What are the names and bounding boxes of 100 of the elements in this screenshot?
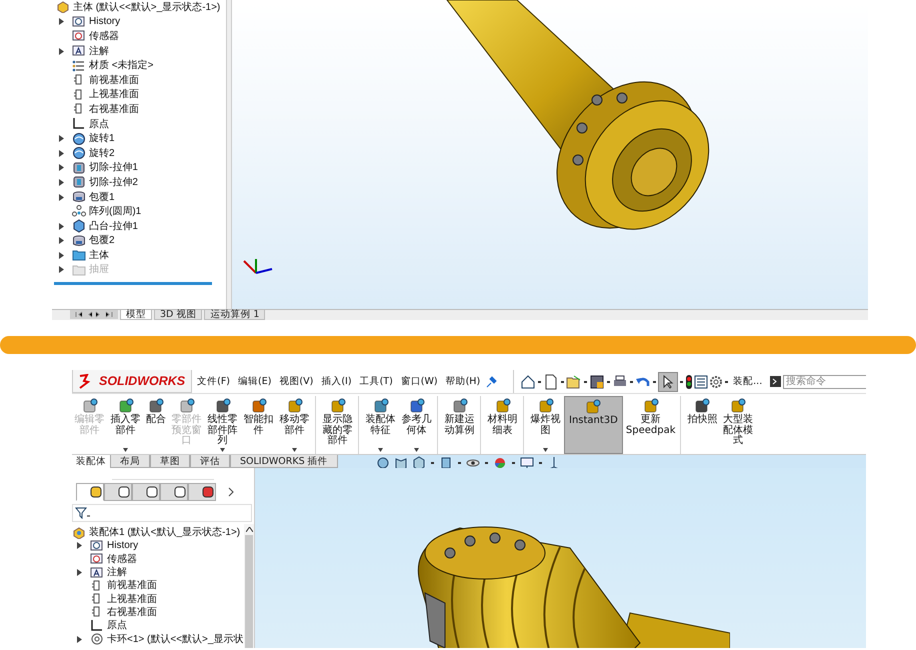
view-tab[interactable]: 3D 视图 [154,310,202,320]
settings-icon[interactable] [709,374,724,388]
expand-arrow-icon[interactable] [59,150,64,157]
tree-item[interactable]: 注解 [72,566,127,580]
tree-item[interactable]: 上视基准面 [54,88,139,102]
expand-arrow-icon[interactable] [77,569,82,576]
expand-arrow-icon[interactable] [59,48,64,55]
ribbon-button[interactable]: 更新 Speedpak [624,396,682,454]
scroll-up-icon[interactable] [246,527,252,532]
ribbon-button[interactable]: 配合 [144,396,168,454]
view-sphere-icon[interactable] [376,456,390,470]
expand-arrow-icon[interactable] [59,178,64,186]
expand-arrow-icon[interactable] [59,135,64,142]
pin-icon[interactable] [485,376,498,388]
tree-item[interactable]: 材质 <未指定> [54,58,154,73]
menu-item[interactable]: 文件(F) [194,375,233,388]
document-icon[interactable] [543,374,560,390]
ribbon-button[interactable]: 插入零部件 [108,396,143,454]
panel-tab[interactable] [104,483,132,501]
tree-item[interactable]: 主体 [54,248,109,263]
select-pointer-button[interactable] [658,372,678,392]
tree-item[interactable]: 右视基准面 [54,102,139,117]
caret-icon[interactable] [378,448,383,452]
list-icon[interactable] [694,374,708,388]
traffic-light-icon[interactable] [685,374,694,390]
ribbon-button[interactable]: 装配体特征 [363,396,398,454]
tree-item[interactable]: 旋转2 [54,146,115,161]
tree-item[interactable]: History [72,539,138,553]
home-icon[interactable] [520,374,536,390]
ribbon-tab[interactable]: 评估 [190,455,230,468]
expand-arrow-icon[interactable] [59,194,64,201]
save-icon[interactable] [589,374,606,390]
view-cube-icon[interactable] [412,456,426,470]
tree-item[interactable]: 原点 [54,116,109,132]
expand-arrow-icon[interactable] [77,636,82,643]
ribbon-button[interactable]: 爆炸视图 [528,396,563,454]
ribbon-button[interactable]: 参考几何体 [399,396,438,454]
view-tab[interactable]: 运动算例 1 [204,310,266,320]
document-name-button[interactable]: 装配... [730,375,766,388]
ribbon-button[interactable]: 线性零部件阵列 [205,396,240,454]
ribbon-button[interactable]: 智能扣件 [241,396,276,454]
caret-icon[interactable] [292,448,297,452]
tree-item[interactable]: 注解 [54,44,109,58]
tree-item[interactable]: 包覆2 [54,234,115,248]
tree-item[interactable]: 旋转1 [54,131,115,146]
tree-item[interactable]: 阵列(圆周)1 [54,204,142,219]
ribbon-tab[interactable]: 草图 [150,455,190,468]
open-folder-icon[interactable] [566,374,582,390]
tree-item[interactable]: 卡环<1> (默认<<默认>_显示状 [72,632,244,646]
tree-item[interactable]: 前视基准面 [54,72,139,88]
expand-arrow-icon[interactable] [59,18,64,26]
panel-tab[interactable] [132,483,160,501]
ribbon-button[interactable]: 移动零部件 [277,396,316,454]
scroll-thumb[interactable] [245,535,253,648]
tree-item[interactable]: 原点 [72,619,127,632]
expand-arrow-icon[interactable] [59,222,64,230]
ribbon-tab[interactable]: SOLIDWORKS 插件 [230,455,338,468]
ribbon-button[interactable]: 新建运动算例 [442,396,481,454]
caret-icon[interactable] [123,448,128,452]
panel-tab[interactable] [160,483,188,501]
display-style-icon[interactable] [438,456,453,470]
tree-item[interactable]: 传感器 [72,552,137,566]
tree-header[interactable]: 装配体1 (默认<默认_显示状态-1>) [72,526,240,540]
search-field[interactable]: 搜索命令 [783,374,866,388]
app-logo[interactable]: SOLIDWORKS [72,370,192,393]
expand-arrow-icon[interactable] [77,542,82,550]
chevron-right-icon[interactable] [228,487,234,497]
expand-arrow-icon[interactable] [59,164,64,172]
menu-item[interactable]: 视图(V) [276,375,316,388]
tree-item[interactable]: 切除-拉伸2 [54,175,138,190]
menu-item[interactable]: 插入(I) [318,375,355,388]
scrollbar[interactable] [244,524,254,648]
menu-item[interactable]: 窗口(W) [398,375,441,388]
tree-item[interactable]: 凸台-拉伸1 [54,218,138,234]
ribbon-tab[interactable]: 布局 [110,455,150,468]
panel-tab[interactable] [188,483,216,501]
appearance-icon[interactable] [492,456,507,470]
ribbon-button[interactable]: 拍快照 [685,396,720,454]
tree-item[interactable]: History [54,14,120,30]
menu-item[interactable]: 帮助(H) [442,375,484,388]
tree-item[interactable]: 前视基准面 [72,579,157,592]
tree-header[interactable]: 主体 (默认<<默认>_显示状态-1>) [54,0,220,15]
tree-item[interactable]: 上视基准面 [72,592,157,606]
tree-item[interactable]: 右视基准面 [72,606,157,620]
view-tab[interactable]: 模型 [120,310,152,320]
expand-arrow-icon[interactable] [59,252,64,259]
menu-item[interactable]: 工具(T) [356,375,396,388]
menu-item[interactable]: 编辑(E) [235,375,274,388]
tree-item[interactable]: 传感器 [54,29,119,44]
ribbon-button[interactable]: Instant3D [564,396,623,454]
filter-field[interactable] [72,504,252,522]
tree-item[interactable]: 包覆1 [54,190,115,204]
caret-icon[interactable] [543,448,548,452]
expand-arrow-icon[interactable] [59,237,64,244]
ribbon-button[interactable]: 显示隐藏的零部件 [320,396,359,454]
ribbon-tab[interactable]: 装配体 [72,455,110,468]
tree-item[interactable]: 切除-拉伸1 [54,160,138,176]
panel-tab[interactable] [76,483,104,501]
caret-icon[interactable] [414,448,419,452]
caret-icon[interactable] [220,448,225,452]
